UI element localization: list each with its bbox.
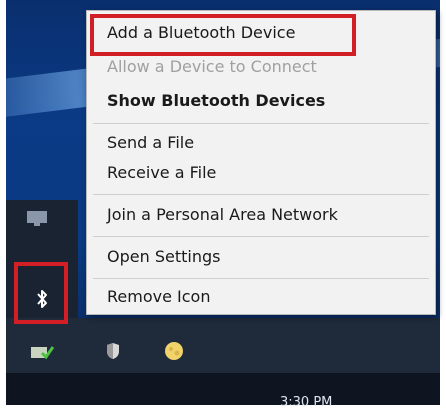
menu-item-remove-icon[interactable]: Remove Icon <box>107 287 210 306</box>
shield-icon[interactable] <box>106 342 120 360</box>
menu-separator <box>93 236 429 237</box>
menu-separator <box>93 278 429 279</box>
menu-item-join-personal-area-network[interactable]: Join a Personal Area Network <box>107 205 338 224</box>
bluetooth-icon-highlight <box>14 262 68 324</box>
menu-item-open-settings[interactable]: Open Settings <box>107 247 220 266</box>
taskbar <box>6 373 440 405</box>
taskbar-clock[interactable]: 3:30 PM <box>280 395 332 410</box>
menu-item-receive-a-file[interactable]: Receive a File <box>107 163 216 182</box>
weather-icon[interactable] <box>163 340 185 362</box>
tray-overflow-strip <box>6 318 440 373</box>
menu-item-allow-device-to-connect: Allow a Device to Connect <box>107 57 317 76</box>
menu-separator <box>93 194 429 195</box>
add-device-highlight <box>90 14 356 56</box>
menu-separator <box>93 123 429 124</box>
menu-item-send-a-file[interactable]: Send a File <box>107 133 194 152</box>
menu-item-show-bluetooth-devices[interactable]: Show Bluetooth Devices <box>107 91 325 110</box>
network-icon[interactable] <box>30 344 54 360</box>
monitor-icon[interactable] <box>26 210 48 228</box>
